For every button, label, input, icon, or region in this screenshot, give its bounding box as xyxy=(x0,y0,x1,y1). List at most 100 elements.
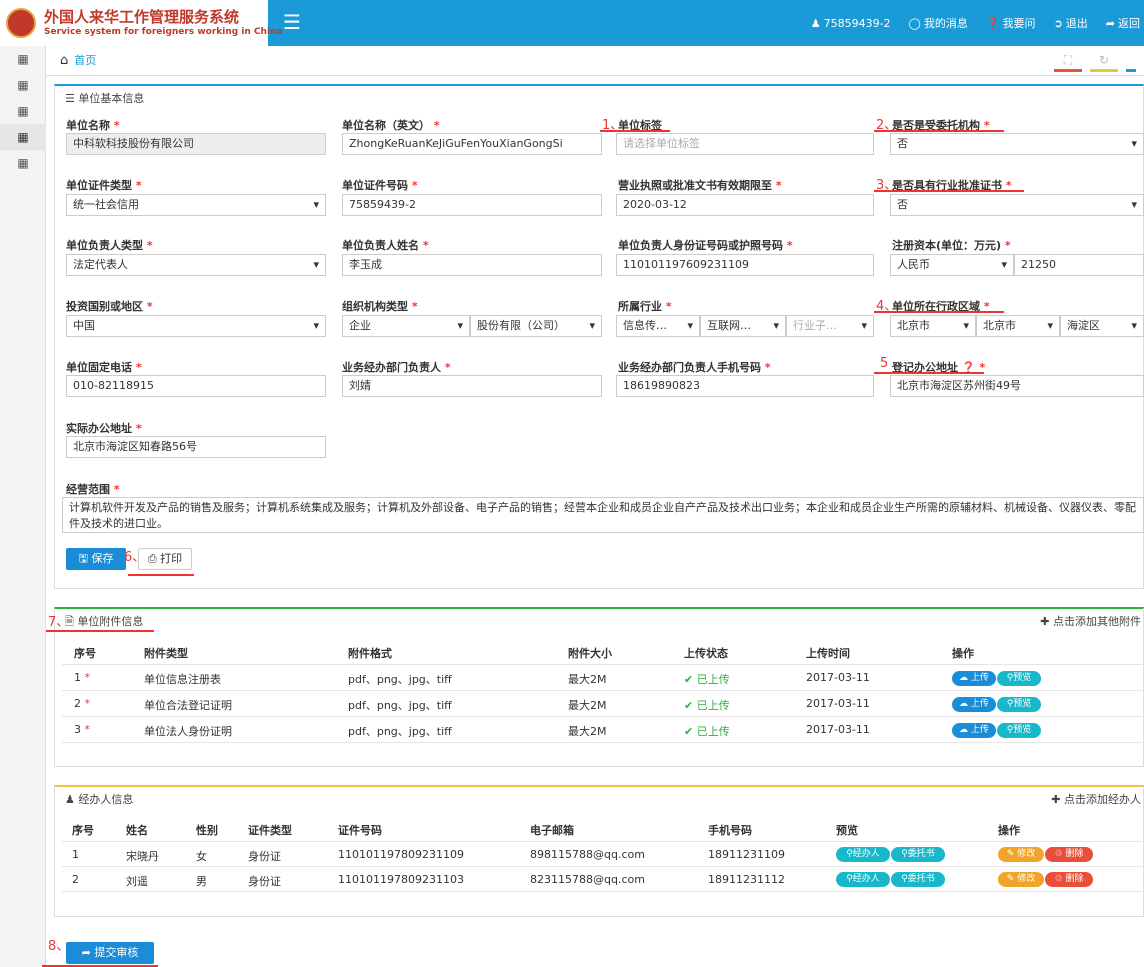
org-type-select-1[interactable]: 企业 xyxy=(342,315,470,337)
preview-proxy-button[interactable]: ⚲委托书 xyxy=(891,847,945,862)
refresh-icon[interactable]: ↻ xyxy=(1090,50,1118,72)
upload-status: ✔ 已上传 xyxy=(684,725,730,738)
cert-no-field[interactable]: 75859439-2 xyxy=(342,194,602,216)
save-button[interactable]: 🖫 保存 xyxy=(66,548,126,570)
check-icon: ✔ xyxy=(684,673,697,686)
leader-id-field[interactable]: 110101197609231109 xyxy=(616,254,874,276)
leader-type-select[interactable]: 法定代表人 xyxy=(66,254,326,276)
upload-button[interactable]: ☁ 上传 xyxy=(952,697,996,712)
region-select-1[interactable]: 北京市 xyxy=(890,315,976,337)
logout-icon: ➲ xyxy=(1053,16,1063,30)
messages-link[interactable]: ◯ 我的消息 xyxy=(909,15,968,31)
search-icon: ⚲ xyxy=(901,874,908,884)
attachment-size: 最大2M xyxy=(568,673,607,686)
check-icon: ✔ xyxy=(684,699,697,712)
submit-review-button[interactable]: ➦ 提交审核 xyxy=(66,942,154,964)
agent-phone: 18911231112 xyxy=(708,873,785,886)
currency-select[interactable]: 人民币 xyxy=(890,254,1014,276)
region-select-2[interactable]: 北京市 xyxy=(976,315,1060,337)
dept-head-field[interactable]: 刘婧 xyxy=(342,375,602,397)
preview-proxy-button[interactable]: ⚲委托书 xyxy=(891,872,945,887)
preview-button[interactable]: ⚲预览 xyxy=(997,723,1041,738)
col-header: 证件类型 xyxy=(248,824,292,837)
unit-name-en-field[interactable]: ZhongKeRuanKeJiGuFenYouXianGongSi xyxy=(342,133,602,155)
row-no: 1 * xyxy=(74,671,90,684)
preview-agent-button[interactable]: ⚲经办人 xyxy=(836,847,890,862)
country-select[interactable]: 中国 xyxy=(66,315,326,337)
label-leader-name: 单位负责人姓名 * xyxy=(342,239,429,252)
fullscreen-icon[interactable]: ⛶ xyxy=(1054,50,1082,72)
unit-name-field[interactable]: 中科软科技股份有限公司 xyxy=(66,133,326,155)
license-expiry-field[interactable]: 2020-03-12 xyxy=(616,194,874,216)
cloud-upload-icon: ☁ xyxy=(959,699,971,709)
delete-button[interactable]: ♲ 删除 xyxy=(1045,872,1093,887)
label-phone: 单位固定电话 * xyxy=(66,361,142,374)
col-header: 上传时间 xyxy=(806,647,850,660)
phone-field[interactable]: 010-82118915 xyxy=(66,375,326,397)
label-cert-type: 单位证件类型 * xyxy=(66,179,142,192)
print-button[interactable]: ⎙ 打印 xyxy=(138,548,192,570)
hamburger-icon[interactable]: ☰ xyxy=(272,9,312,37)
help-link[interactable]: ❓ 我要问 xyxy=(986,15,1036,31)
dept-phone-field[interactable]: 18619890823 xyxy=(616,375,874,397)
attachment-type: 单位信息注册表 xyxy=(144,673,221,686)
add-attachment-link[interactable]: ✚ 点击添加其他附件 xyxy=(1040,613,1141,629)
search-icon: ⚲ xyxy=(846,849,853,859)
check-icon: ✔ xyxy=(684,725,697,738)
user-menu[interactable]: ♟ 75859439-2 xyxy=(811,17,891,30)
plus-icon: ✚ xyxy=(1040,615,1053,628)
label-dept-phone: 业务经办部门负责人手机号码 * xyxy=(618,361,771,374)
add-agent-link[interactable]: ✚ 点击添加经办人 xyxy=(1051,791,1141,807)
leader-name-field[interactable]: 李玉成 xyxy=(342,254,602,276)
upload-status: ✔ 已上传 xyxy=(684,673,730,686)
row-divider xyxy=(62,866,1144,867)
upload-button[interactable]: ☁ 上传 xyxy=(952,671,996,686)
label-industry: 所属行业 * xyxy=(618,300,672,313)
reg-addr-field[interactable]: 北京市海淀区苏州街49号 xyxy=(890,375,1144,397)
region-select-3[interactable]: 海淀区 xyxy=(1060,315,1144,337)
marker-5: 5 xyxy=(880,356,889,371)
scope-textarea[interactable]: 计算机软件开发及产品的销售及服务；计算机系统集成及服务；计算机及外部设备、电子产… xyxy=(62,497,1144,533)
preview-button[interactable]: ⚲预览 xyxy=(997,697,1041,712)
row-divider xyxy=(62,841,1144,842)
logout-link[interactable]: ➲ 退出 xyxy=(1054,15,1088,31)
sidebar-grid-icon[interactable]: ▦ xyxy=(0,150,46,176)
agent-name: 刘遥 xyxy=(126,875,148,888)
edit-button[interactable]: ✎ 修改 xyxy=(998,847,1044,862)
upload-time: 2017-03-11 xyxy=(806,671,870,684)
agent-email: 823115788@qq.com xyxy=(530,873,645,886)
label-cert-no: 单位证件号码 * xyxy=(342,179,418,192)
label-leader-id: 单位负责人身份证号码或护照号码 * xyxy=(618,239,793,252)
org-type-select-2[interactable]: 股份有限（公司） xyxy=(470,315,602,337)
row-no: 3 * xyxy=(74,723,90,736)
industry-select-3[interactable]: 行业子… xyxy=(786,315,874,337)
real-addr-field[interactable]: 北京市海淀区知春路56号 xyxy=(66,436,326,458)
sidebar-grid-icon[interactable]: ▦ xyxy=(0,46,46,72)
attachment-format: pdf、png、jpg、tiff xyxy=(348,725,452,738)
sidebar-grid-icon[interactable]: ▦ xyxy=(0,124,46,150)
delete-button[interactable]: ♲ 删除 xyxy=(1045,847,1093,862)
panel-title: ☰ 单位基本信息 xyxy=(65,92,145,105)
back-link[interactable]: ➦ 返回 xyxy=(1106,15,1140,31)
edit-icon: ✎ xyxy=(1006,874,1018,884)
industry-select-2[interactable]: 互联网… xyxy=(700,315,786,337)
entrusted-select[interactable]: 否 xyxy=(890,133,1144,155)
industry-select-1[interactable]: 信息传… xyxy=(616,315,700,337)
preview-button[interactable]: ⚲预览 xyxy=(997,671,1041,686)
label-leader-type: 单位负责人类型 * xyxy=(66,239,153,252)
unit-tag-select[interactable]: 请选择单位标签 xyxy=(616,133,874,155)
preview-agent-button[interactable]: ⚲经办人 xyxy=(836,872,890,887)
upload-button[interactable]: ☁ 上传 xyxy=(952,723,996,738)
col-header: 手机号码 xyxy=(708,824,752,837)
breadcrumb-home[interactable]: ⌂ 首页 xyxy=(60,52,96,68)
edit-button[interactable]: ✎ 修改 xyxy=(998,872,1044,887)
logo-emblem-icon xyxy=(6,8,36,38)
cert-type-select[interactable]: 统一社会信用 xyxy=(66,194,326,216)
tool-tab[interactable] xyxy=(1126,50,1136,72)
industry-cert-select[interactable]: 否 xyxy=(890,194,1144,216)
capital-field[interactable]: 21250 xyxy=(1014,254,1144,276)
save-icon: 🖫 xyxy=(78,552,92,565)
sidebar-grid-icon[interactable]: ▦ xyxy=(0,98,46,124)
label-real-addr: 实际办公地址 * xyxy=(66,422,142,435)
sidebar-grid-icon[interactable]: ▦ xyxy=(0,72,46,98)
